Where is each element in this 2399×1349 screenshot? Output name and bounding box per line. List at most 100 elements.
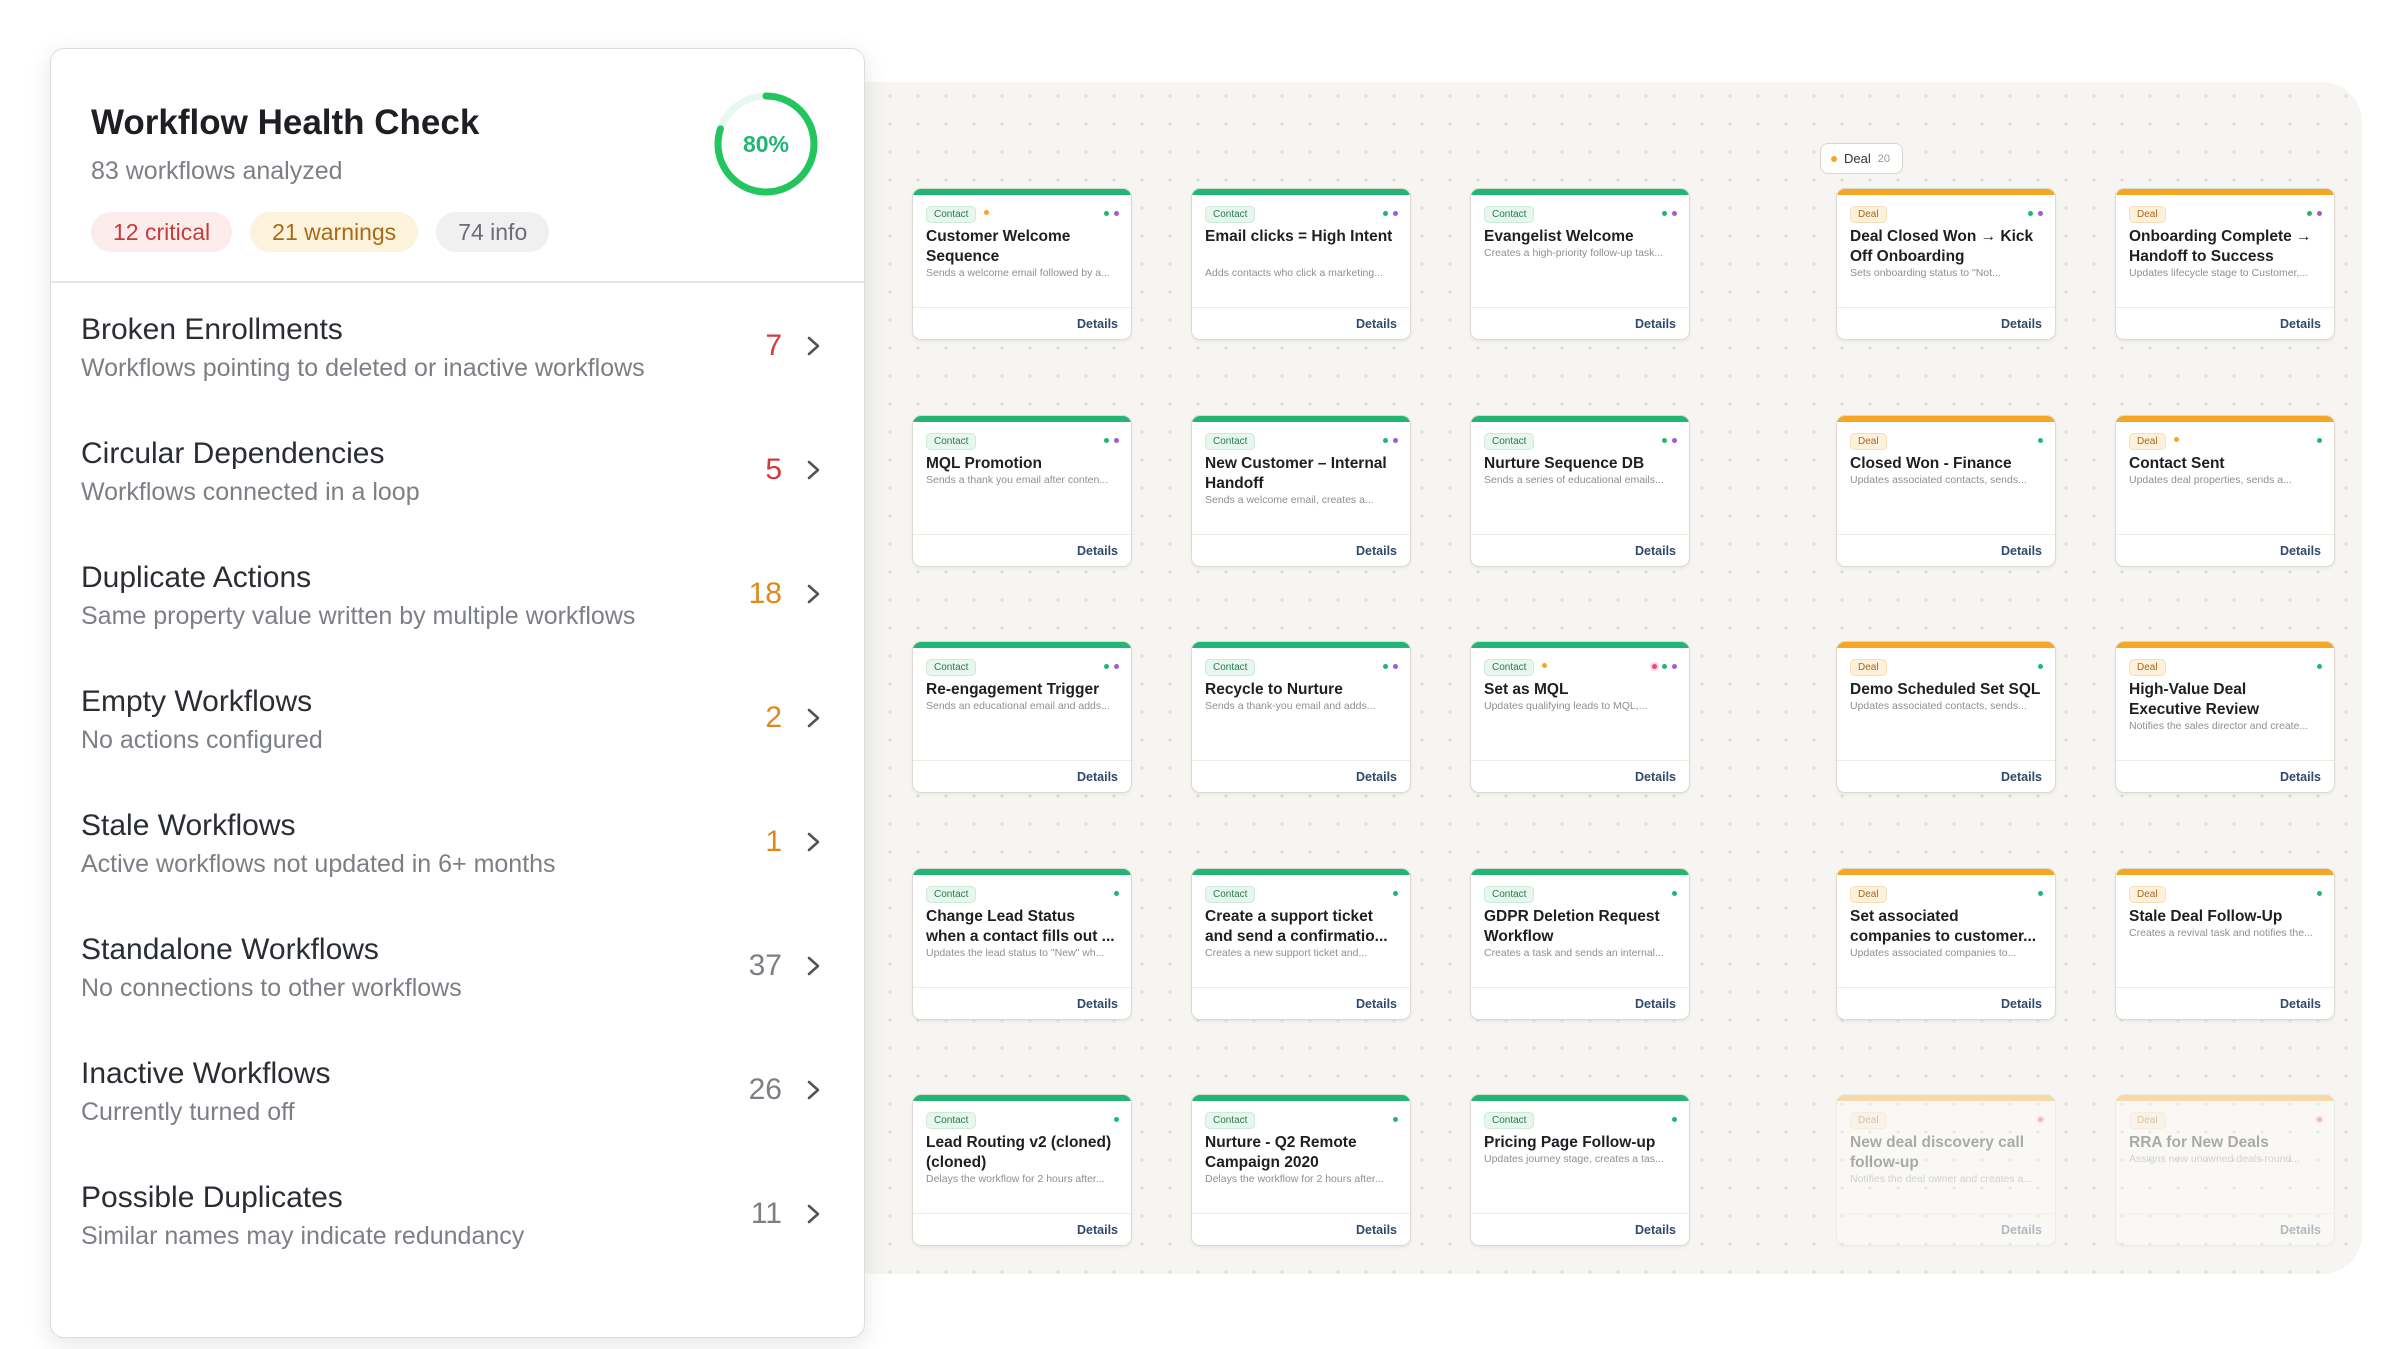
card-description: Sends a welcome email, creates a...: [1205, 494, 1374, 506]
details-link[interactable]: Details: [1356, 317, 1397, 331]
card-title: Onboarding Complete → Handoff to Success: [2129, 228, 2312, 265]
details-link[interactable]: Details: [2280, 997, 2321, 1011]
workflow-card[interactable]: Contact Nurture - Q2 Remote Campaign 2020…: [1191, 1094, 1411, 1246]
details-link[interactable]: Details: [1635, 770, 1676, 784]
card-status-dots: [1383, 437, 1398, 443]
details-link[interactable]: Details: [2280, 1223, 2321, 1237]
card-description: Updates journey stage, creates a tas...: [1484, 1153, 1664, 1165]
card-footer: Details: [2116, 534, 2334, 566]
card-description: Notifies the deal owner and creates a...: [1850, 1173, 2033, 1185]
status-dot-icon: [1672, 210, 1677, 216]
card-title: Nurture Sequence DB: [1484, 455, 1645, 472]
workflow-card[interactable]: Contact MQL Promotion Sends a thank you em…: [912, 415, 1132, 567]
issue-row-standalone-workflows[interactable]: Standalone Workflows No connections to ot…: [51, 893, 864, 1021]
workflow-card[interactable]: Contact Lead Routing v2 (cloned) (cloned)…: [912, 1094, 1132, 1246]
status-dot-icon: [2317, 1116, 2322, 1122]
warnings-pill[interactable]: 21 warnings: [250, 212, 419, 252]
details-link[interactable]: Details: [1077, 544, 1118, 558]
issue-row-inactive-workflows[interactable]: Inactive Workflows Currently turned off 26: [51, 1017, 864, 1145]
workflow-card[interactable]: Deal Contact Sent Updates deal properties,…: [2115, 415, 2335, 567]
card-footer: Details: [1471, 987, 1689, 1019]
workflow-card[interactable]: Contact Evangelist Welcome Creates a high-…: [1470, 188, 1690, 340]
card-type-badge: Contact: [1205, 886, 1256, 903]
chevron-right-icon: [807, 584, 820, 604]
workflow-card[interactable]: Contact Set as MQL Updates qualifying lead…: [1470, 641, 1690, 793]
status-dot-icon: [1393, 890, 1398, 896]
workflow-card[interactable]: Contact Email clicks = High Intent Adds co…: [1191, 188, 1411, 340]
card-type-wrap: Contact: [1484, 431, 1535, 450]
card-status-dots: [2038, 1116, 2043, 1122]
workflow-card[interactable]: Contact Customer Welcome Sequence Sends a …: [912, 188, 1132, 340]
workflow-card[interactable]: Contact GDPR Deletion Request Workflow Cre…: [1470, 868, 1690, 1020]
details-link[interactable]: Details: [2280, 317, 2321, 331]
card-status-dots: [1662, 437, 1677, 443]
workflow-card[interactable]: Deal Onboarding Complete → Handoff to Suc…: [2115, 188, 2335, 340]
details-link[interactable]: Details: [1635, 1223, 1676, 1237]
details-link[interactable]: Details: [1635, 544, 1676, 558]
workflow-card[interactable]: Deal High-Value Deal Executive Review Noti…: [2115, 641, 2335, 793]
details-link[interactable]: Details: [1356, 997, 1397, 1011]
details-link[interactable]: Details: [2001, 770, 2042, 784]
details-link[interactable]: Details: [1356, 1223, 1397, 1237]
workflow-card[interactable]: Deal Closed Won - Finance Updates associat…: [1836, 415, 2056, 567]
card-type-wrap: Contact: [1484, 204, 1535, 223]
status-dot-icon: [1104, 663, 1109, 669]
workflow-card[interactable]: Contact Nurture Sequence DB Sends a series…: [1470, 415, 1690, 567]
issue-row-circular-dependencies[interactable]: Circular Dependencies Workflows connected…: [51, 397, 864, 525]
workflow-card[interactable]: Deal Deal Closed Won → Kick Off Onboardin…: [1836, 188, 2056, 340]
workflow-card[interactable]: Deal New deal discovery call follow-up Not…: [1836, 1094, 2056, 1246]
card-type-wrap: Deal: [2129, 657, 2166, 676]
details-link[interactable]: Details: [1635, 997, 1676, 1011]
card-type-badge: Deal: [2129, 206, 2166, 223]
details-link[interactable]: Details: [2001, 997, 2042, 1011]
card-status-dots: [2038, 890, 2043, 896]
card-description: Creates a high-priority follow-up task..…: [1484, 247, 1664, 259]
details-link[interactable]: Details: [2001, 317, 2042, 331]
status-dot-icon: [2317, 890, 2322, 896]
details-link[interactable]: Details: [1077, 997, 1118, 1011]
issue-title: Stale Workflows: [81, 809, 296, 842]
card-type-badge: Contact: [1205, 1112, 1256, 1129]
details-link[interactable]: Details: [2280, 770, 2321, 784]
details-link[interactable]: Details: [2001, 544, 2042, 558]
workflow-card[interactable]: Deal Demo Scheduled Set SQL Updates associ…: [1836, 641, 2056, 793]
issue-count: 26: [748, 1073, 782, 1106]
info-pill[interactable]: 74 info: [436, 212, 550, 252]
card-header: Contact: [1192, 648, 1410, 676]
card-type-badge: Deal: [1850, 206, 1887, 223]
details-link[interactable]: Details: [1077, 317, 1118, 331]
card-title: GDPR Deletion Request Workflow: [1484, 908, 1660, 945]
card-description: Updates lifecycle stage to Customer,...: [2129, 267, 2309, 279]
details-link[interactable]: Details: [2280, 544, 2321, 558]
details-link[interactable]: Details: [1077, 1223, 1118, 1237]
issue-row-stale-workflows[interactable]: Stale Workflows Active workflows not upda…: [51, 769, 864, 897]
details-link[interactable]: Details: [2001, 1223, 2042, 1237]
issue-count: 18: [748, 577, 782, 610]
issue-row-empty-workflows[interactable]: Empty Workflows No actions configured 2: [51, 645, 864, 773]
issue-row-duplicate-actions[interactable]: Duplicate Actions Same property value wri…: [51, 521, 864, 649]
workflow-card[interactable]: Deal Stale Deal Follow-Up Creates a reviva…: [2115, 868, 2335, 1020]
issue-description: No connections to other workflows: [81, 974, 462, 1002]
issue-row-possible-duplicates[interactable]: Possible Duplicates Similar names may ind…: [51, 1141, 864, 1269]
workflow-card[interactable]: Deal Set associated companies to customer…: [1836, 868, 2056, 1020]
critical-pill[interactable]: 12 critical: [91, 212, 233, 252]
details-link[interactable]: Details: [1356, 544, 1397, 558]
card-footer: Details: [1192, 987, 1410, 1019]
workflow-card[interactable]: Contact New Customer – Internal Handoff Se…: [1191, 415, 1411, 567]
workflow-card[interactable]: Deal RRA for New Deals Assigns new unowned…: [2115, 1094, 2335, 1246]
issue-row-broken-enrollments[interactable]: Broken Enrollments Workflows pointing to …: [51, 273, 864, 401]
card-status-dots: [2038, 437, 2043, 443]
details-link[interactable]: Details: [1077, 770, 1118, 784]
workflow-card[interactable]: Contact Change Lead Status when a contact…: [912, 868, 1132, 1020]
card-status-dots: [2317, 663, 2322, 669]
status-dot-icon: [1672, 663, 1677, 669]
details-link[interactable]: Details: [1635, 317, 1676, 331]
workflow-card[interactable]: Contact Pricing Page Follow-up Updates jou…: [1470, 1094, 1690, 1246]
workflow-card[interactable]: Contact Re-engagement Trigger Sends an edu…: [912, 641, 1132, 793]
details-link[interactable]: Details: [1356, 770, 1397, 784]
card-type-badge: Contact: [1205, 659, 1256, 676]
health-check-panel: Workflow Health Check 83 workflows analy…: [50, 48, 865, 1338]
deal-group-tag[interactable]: Deal 20: [1820, 143, 1903, 174]
workflow-card[interactable]: Contact Recycle to Nurture Sends a thank-y…: [1191, 641, 1411, 793]
workflow-card[interactable]: Contact Create a support ticket and send …: [1191, 868, 1411, 1020]
